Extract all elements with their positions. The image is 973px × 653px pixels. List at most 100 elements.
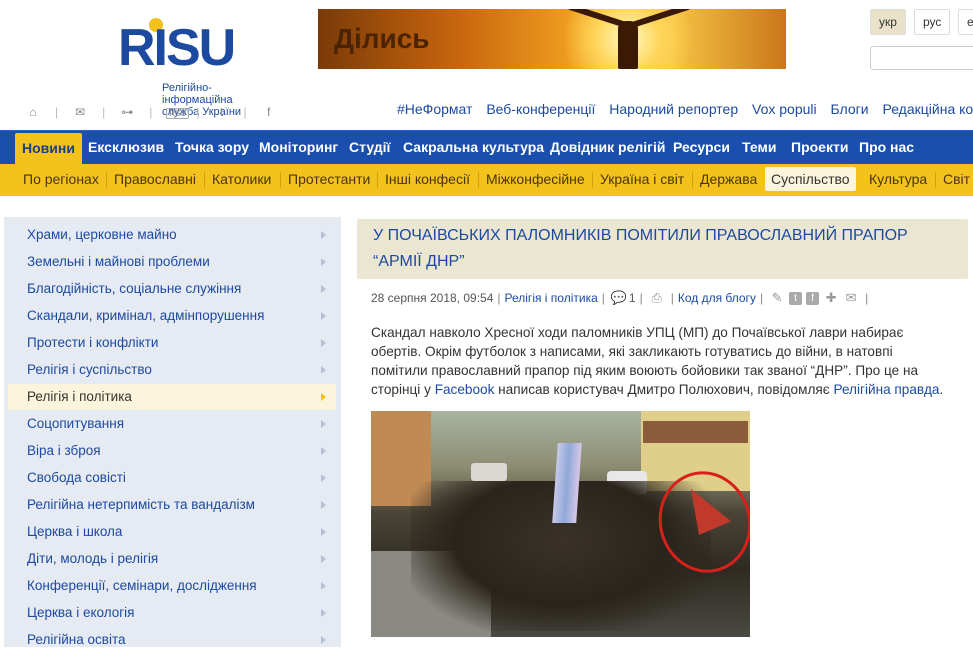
- logo-text: RISU: [118, 19, 236, 77]
- nav-projects[interactable]: Проекти: [791, 131, 848, 165]
- chevron-right-icon: [321, 231, 326, 239]
- subnav-culture[interactable]: Культура: [869, 164, 927, 196]
- nav-monitoring[interactable]: Моніторинг: [259, 131, 338, 165]
- sidebar-item[interactable]: Релігійна нетерпимість та вандалізм: [8, 492, 336, 518]
- chevron-right-icon: [321, 339, 326, 347]
- facebook-icon[interactable]: f: [261, 105, 277, 119]
- article-title: У почаївських паломників помітили правос…: [373, 227, 908, 270]
- lang-ukr[interactable]: укр: [870, 9, 906, 35]
- blog-code-link[interactable]: Код для блогу: [678, 291, 756, 305]
- chevron-right-icon: [321, 609, 326, 617]
- article-text: написав користувач Дмитро Полюхович, пов…: [494, 382, 834, 397]
- lang-eng[interactable]: e: [958, 9, 973, 35]
- nav-studies[interactable]: Студії: [349, 131, 390, 165]
- article-date: 28 серпня 2018, 09:54: [371, 291, 494, 305]
- nav-exclusive[interactable]: Ексклюзив: [88, 131, 164, 165]
- subnav-ukraine-world[interactable]: Україна і світ: [600, 164, 684, 196]
- print-icon[interactable]: ⎙: [649, 290, 665, 306]
- sidebar-item[interactable]: Релігія і суспільство: [8, 357, 336, 383]
- chevron-right-icon: [321, 258, 326, 266]
- main-nav: Новини Ексклюзив Точка зору Моніторинг С…: [0, 130, 973, 165]
- sidebar-item[interactable]: Церква і екологія: [8, 600, 336, 626]
- mail-icon[interactable]: ✉: [72, 105, 88, 119]
- article-title-box: У почаївських паломників помітили правос…: [357, 219, 968, 279]
- sidebar-item[interactable]: Віра і зброя: [8, 438, 336, 464]
- top-link-people-reporter[interactable]: Народний репортер: [609, 101, 738, 117]
- nav-resources[interactable]: Ресурси: [673, 131, 730, 165]
- chevron-right-icon: [321, 501, 326, 509]
- twitter-icon[interactable]: t: [214, 105, 230, 119]
- sitemap-icon[interactable]: ⊶: [119, 105, 135, 119]
- nav-viewpoint[interactable]: Точка зору: [175, 131, 249, 165]
- chevron-right-icon: [321, 447, 326, 455]
- subnav-orthodox[interactable]: Православні: [114, 164, 196, 196]
- subnav-society[interactable]: Суспільство: [765, 167, 856, 191]
- home-icon[interactable]: ⌂: [25, 105, 41, 119]
- chevron-right-icon: [321, 420, 326, 428]
- nav-news[interactable]: Новини: [15, 133, 82, 165]
- top-link-vox-populi[interactable]: Vox populi: [752, 101, 817, 117]
- sidebar-item[interactable]: Свобода совісті: [8, 465, 336, 491]
- sidebar-item[interactable]: Протести і конфлікти: [8, 330, 336, 356]
- facebook-link[interactable]: Facebook: [435, 382, 495, 397]
- sidebar-item[interactable]: Земельні і майнові проблеми: [8, 249, 336, 275]
- sidebar-item[interactable]: Скандали, кримінал, адмінпорушення: [8, 303, 336, 329]
- chevron-right-icon: [321, 582, 326, 590]
- sidebar-item[interactable]: Соцопитування: [8, 411, 336, 437]
- sidebar-item[interactable]: Діти, молодь і релігія: [8, 546, 336, 572]
- nav-sacral-culture[interactable]: Сакральна культура: [403, 131, 544, 165]
- subnav-state[interactable]: Держава: [700, 164, 757, 196]
- ad-banner[interactable]: Ділись: [318, 9, 786, 69]
- subnav-world[interactable]: Світ: [943, 164, 970, 196]
- chevron-right-icon: [321, 393, 326, 401]
- logo-subtitle-line-1: Релігійно-інформаційна: [162, 82, 233, 106]
- chevron-right-icon: [321, 312, 326, 320]
- social-bar: ⌂ | ✉ | ⊶ | RSS | t | f: [25, 104, 277, 120]
- religious-truth-link[interactable]: Релігійна правда: [833, 382, 939, 397]
- sidebar-item[interactable]: Церква і школа: [8, 519, 336, 545]
- article-category-link[interactable]: Релігія і політика: [505, 291, 598, 305]
- email-share-icon[interactable]: ✉: [843, 290, 859, 306]
- lang-rus[interactable]: рус: [914, 9, 951, 35]
- twitter-share-icon[interactable]: t: [789, 291, 803, 305]
- article-meta: 28 серпня 2018, 09:54 | Релігія і політи…: [371, 290, 869, 306]
- sub-nav: По регіонах Православні Католики Протест…: [0, 164, 973, 196]
- sidebar-item[interactable]: Релігійна освіта: [8, 627, 336, 653]
- comment-count[interactable]: 1: [629, 291, 636, 305]
- top-links: #НеФормат Веб-конференції Народний репор…: [397, 101, 973, 117]
- nav-religion-guide[interactable]: Довідник релігій: [550, 131, 666, 165]
- banner-figure: [618, 21, 638, 69]
- sidebar-item[interactable]: Храми, церковне майно: [8, 222, 336, 248]
- sidebar: Храми, церковне майно Земельні і майнові…: [4, 217, 341, 647]
- chevron-right-icon: [321, 636, 326, 644]
- article-photo[interactable]: [371, 411, 750, 637]
- sidebar-item[interactable]: Конференції, семінари, дослідження: [8, 573, 336, 599]
- top-link-neformat[interactable]: #НеФормат: [397, 101, 472, 117]
- sidebar-item-religion-politics[interactable]: Релігія і політика: [8, 384, 336, 410]
- chevron-right-icon: [321, 555, 326, 563]
- facebook-share-icon[interactable]: f: [806, 291, 820, 305]
- share-icon[interactable]: ✚: [823, 290, 839, 306]
- top-link-editorial[interactable]: Редакційна коле: [882, 101, 973, 117]
- sidebar-item[interactable]: Благодійність, соціальне служіння: [8, 276, 336, 302]
- chevron-right-icon: [321, 285, 326, 293]
- chevron-right-icon: [321, 474, 326, 482]
- attach-icon[interactable]: ✎: [769, 290, 785, 306]
- subnav-catholics[interactable]: Католики: [212, 164, 271, 196]
- subnav-interconfessional[interactable]: Міжконфесійне: [486, 164, 585, 196]
- chevron-right-icon: [321, 366, 326, 374]
- logo[interactable]: RISU Релігійно-інформаційна служба Украї…: [58, 10, 258, 118]
- subnav-regions[interactable]: По регіонах: [23, 164, 99, 196]
- subnav-other-confessions[interactable]: Інші конфесії: [385, 164, 470, 196]
- top-link-web-conferences[interactable]: Веб-конференції: [486, 101, 595, 117]
- article-body: Скандал навколо Хресної ходи паломників …: [371, 323, 951, 399]
- rss-icon[interactable]: RSS: [166, 105, 189, 119]
- nav-about[interactable]: Про нас: [859, 131, 914, 165]
- nav-topics[interactable]: Теми: [742, 131, 776, 165]
- subnav-protestants[interactable]: Протестанти: [288, 164, 370, 196]
- top-link-blogs[interactable]: Блоги: [831, 101, 869, 117]
- search-input[interactable]: [870, 46, 973, 70]
- banner-text: Ділись: [334, 23, 430, 54]
- comment-icon[interactable]: 💬: [611, 290, 627, 306]
- chevron-right-icon: [321, 528, 326, 536]
